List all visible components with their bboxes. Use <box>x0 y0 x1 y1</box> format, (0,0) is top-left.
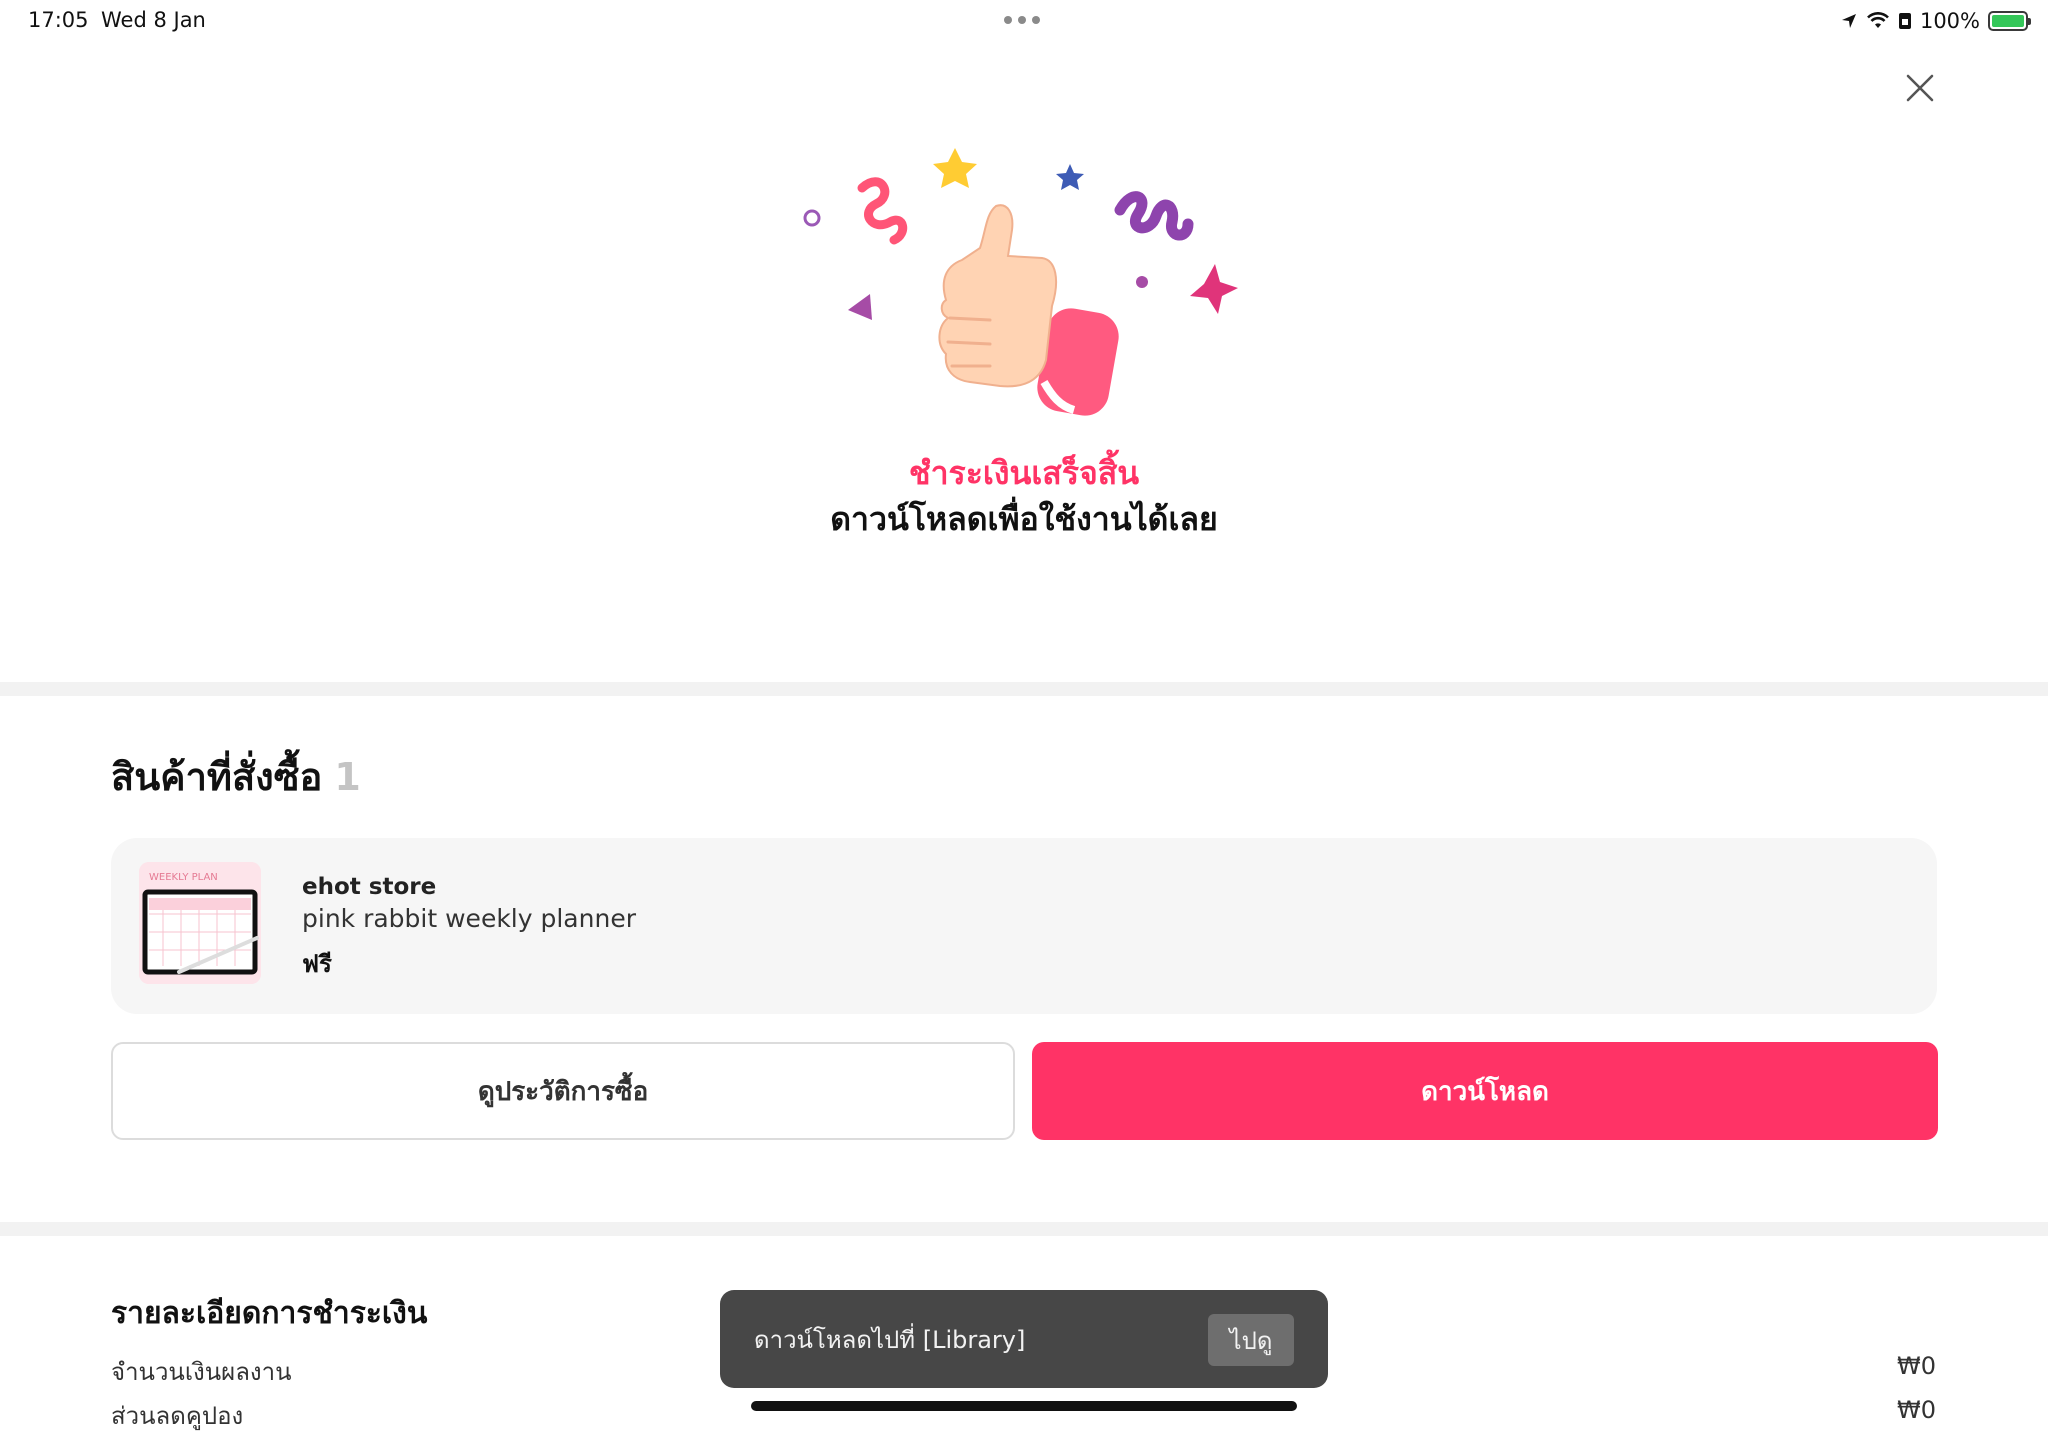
product-price: ฟรี <box>302 950 332 978</box>
payment-details-title: รายละเอียดการชำระเงิน <box>111 1296 428 1331</box>
download-button[interactable]: ดาวน์โหลด <box>1032 1042 1938 1140</box>
close-icon[interactable] <box>1900 68 1940 108</box>
planner-thumbnail-icon: WEEKLY PLAN <box>139 862 261 984</box>
home-indicator[interactable] <box>751 1401 1297 1411</box>
multitasking-dots-icon[interactable] <box>1004 16 1044 24</box>
battery-charging-icon <box>1988 11 2031 31</box>
ordered-title-text: สินค้าที่สั่งซื้อ <box>111 755 323 799</box>
toast-message: ดาวน์โหลดไปที่ [Library] <box>754 1326 1026 1354</box>
status-time: 17:05 <box>28 8 89 32</box>
product-card[interactable]: WEEKLY PLAN ehot store pink rabbit weekl… <box>111 838 1937 1014</box>
section-divider <box>0 682 2048 696</box>
section-divider <box>0 1222 2048 1236</box>
thumbnail-label: WEEKLY PLAN <box>149 872 218 883</box>
wifi-icon <box>1867 12 1889 28</box>
purchase-history-button[interactable]: ดูประวัติการซื้อ <box>111 1042 1015 1140</box>
status-date: Wed 8 Jan <box>101 8 206 32</box>
payment-row-label: จำนวนเงินผลงาน <box>111 1358 292 1386</box>
product-name: pink rabbit weekly planner <box>302 904 636 933</box>
ordered-section-title: สินค้าที่สั่งซื้อ 1 <box>111 746 361 807</box>
thumbs-up-confetti-icon <box>803 148 1238 416</box>
payment-row-label: ส่วนลดคูปอง <box>111 1402 244 1430</box>
payment-row-value: ₩0 <box>1897 1352 1936 1380</box>
lock-rotation-icon <box>1898 13 1911 29</box>
battery-percent: 100% <box>1919 9 1980 33</box>
success-subtitle: ดาวน์โหลดเพื่อใช้งานได้เลย <box>830 500 1218 538</box>
toast-view-button[interactable]: ไปดู <box>1208 1314 1294 1366</box>
product-thumbnail: WEEKLY PLAN <box>139 862 261 984</box>
location-arrow-icon <box>1841 14 1856 28</box>
download-toast: ดาวน์โหลดไปที่ [Library] ไปดู <box>720 1290 1328 1388</box>
payment-row-value: ₩0 <box>1897 1396 1936 1424</box>
status-bar: 17:05 Wed 8 Jan 100% <box>0 0 2048 42</box>
ordered-count: 1 <box>334 755 361 799</box>
status-indicators: 100% <box>1840 6 2031 36</box>
success-title: ชำระเงินเสร็จสิ้น <box>908 454 1140 492</box>
store-name: ehot store <box>302 874 437 900</box>
